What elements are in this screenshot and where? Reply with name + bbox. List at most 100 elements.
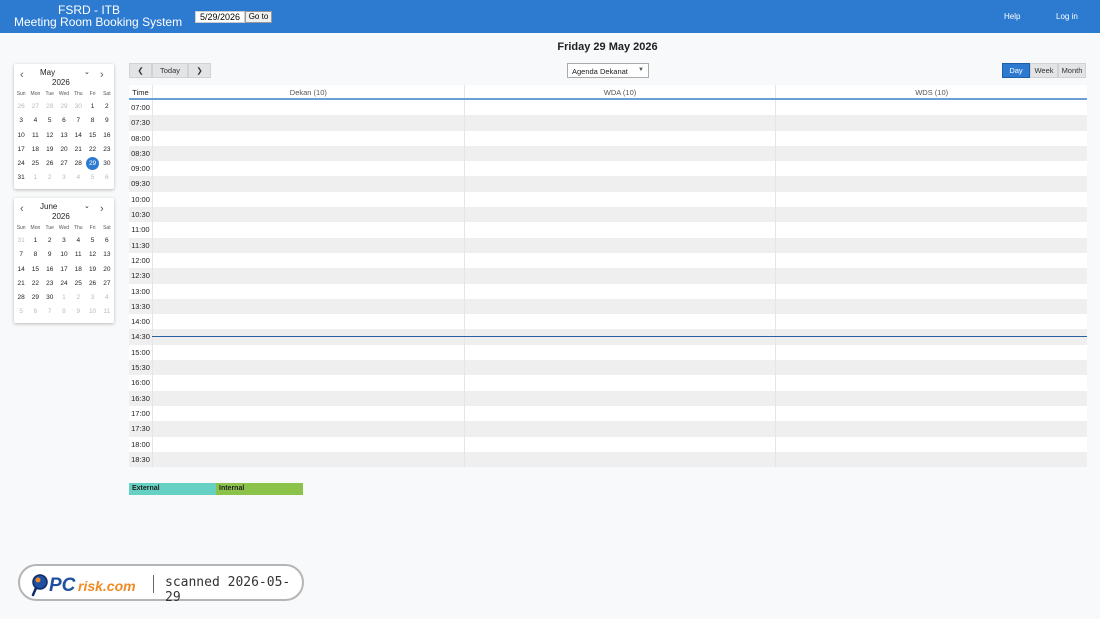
- booking-slot-cell[interactable]: [152, 436, 464, 452]
- date-cell[interactable]: 15: [28, 263, 42, 277]
- booking-slot-cell[interactable]: [152, 360, 464, 376]
- mini-calendar-month[interactable]: June: [40, 202, 57, 211]
- booking-slot-cell[interactable]: [463, 130, 776, 146]
- next-day-button[interactable]: ❯: [188, 63, 211, 78]
- date-cell[interactable]: 20: [100, 263, 114, 277]
- date-cell[interactable]: 11: [100, 305, 114, 319]
- date-cell[interactable]: 22: [28, 277, 42, 291]
- room-header[interactable]: Dekan (10): [152, 85, 464, 98]
- chevron-down-icon[interactable]: ⌄: [84, 68, 90, 76]
- booking-slot-cell[interactable]: [152, 207, 464, 223]
- date-cell[interactable]: 6: [100, 171, 114, 185]
- date-cell[interactable]: 3: [57, 234, 71, 248]
- date-cell[interactable]: 16: [43, 263, 57, 277]
- date-cell[interactable]: 17: [57, 263, 71, 277]
- view-day-button[interactable]: Day: [1002, 63, 1030, 78]
- date-cell[interactable]: 24: [14, 157, 28, 171]
- date-cell[interactable]: 27: [100, 277, 114, 291]
- booking-slot-cell[interactable]: [152, 237, 464, 253]
- date-cell[interactable]: 18: [71, 263, 85, 277]
- date-cell[interactable]: 12: [85, 248, 99, 262]
- chevron-down-icon[interactable]: ⌄: [84, 202, 90, 210]
- booking-slot-cell[interactable]: [775, 268, 1087, 284]
- date-cell[interactable]: 15: [85, 129, 99, 143]
- date-cell[interactable]: 4: [28, 114, 42, 128]
- mini-calendar-month[interactable]: May: [40, 68, 55, 77]
- date-cell[interactable]: 22: [85, 143, 99, 157]
- booking-slot-cell[interactable]: [463, 115, 776, 131]
- date-cell[interactable]: 13: [57, 129, 71, 143]
- date-cell[interactable]: 28: [71, 157, 85, 171]
- booking-slot-cell[interactable]: [775, 405, 1087, 422]
- date-cell[interactable]: 6: [28, 305, 42, 319]
- date-cell[interactable]: 9: [71, 305, 85, 319]
- date-cell[interactable]: 7: [71, 114, 85, 128]
- date-cell[interactable]: 30: [100, 157, 114, 171]
- booking-slot-cell[interactable]: [463, 329, 776, 345]
- date-cell[interactable]: 5: [43, 114, 57, 128]
- booking-slot-cell[interactable]: [775, 252, 1087, 269]
- date-cell[interactable]: 25: [71, 277, 85, 291]
- date-cell[interactable]: 5: [14, 305, 28, 319]
- date-cell[interactable]: 10: [57, 248, 71, 262]
- booking-slot-cell[interactable]: [775, 375, 1087, 391]
- booking-slot-cell[interactable]: [152, 191, 464, 208]
- booking-slot-cell[interactable]: [775, 176, 1087, 192]
- date-cell[interactable]: 31: [14, 171, 28, 185]
- booking-slot-cell[interactable]: [775, 100, 1087, 116]
- date-cell[interactable]: 5: [85, 171, 99, 185]
- booking-slot-cell[interactable]: [775, 390, 1087, 406]
- date-cell[interactable]: 9: [43, 248, 57, 262]
- view-week-button[interactable]: Week: [1030, 63, 1058, 78]
- date-cell[interactable]: 24: [57, 277, 71, 291]
- booking-slot-cell[interactable]: [463, 100, 776, 116]
- booking-slot-cell[interactable]: [152, 283, 464, 299]
- date-cell[interactable]: 4: [71, 234, 85, 248]
- booking-slot-cell[interactable]: [775, 145, 1087, 162]
- date-cell[interactable]: 17: [14, 143, 28, 157]
- area-select[interactable]: Agenda Dekanat ▼: [567, 63, 649, 78]
- booking-slot-cell[interactable]: [775, 436, 1087, 452]
- date-cell[interactable]: 3: [57, 171, 71, 185]
- booking-slot-cell[interactable]: [152, 130, 464, 146]
- booking-slot-cell[interactable]: [152, 344, 464, 361]
- booking-slot-cell[interactable]: [463, 268, 776, 284]
- booking-slot-cell[interactable]: [775, 191, 1087, 208]
- previous-day-button[interactable]: ❮: [129, 63, 152, 78]
- booking-slot-cell[interactable]: [775, 161, 1087, 177]
- date-cell[interactable]: 27: [28, 100, 42, 114]
- booking-slot-cell[interactable]: [463, 298, 776, 315]
- date-cell[interactable]: 26: [85, 277, 99, 291]
- chevron-right-icon[interactable]: ›: [100, 203, 104, 215]
- date-cell[interactable]: 8: [57, 305, 71, 319]
- booking-slot-cell[interactable]: [152, 176, 464, 192]
- booking-slot-cell[interactable]: [152, 421, 464, 437]
- booking-slot-cell[interactable]: [463, 451, 776, 468]
- date-cell[interactable]: 2: [100, 100, 114, 114]
- date-cell[interactable]: 29: [28, 291, 42, 305]
- date-cell[interactable]: 8: [28, 248, 42, 262]
- booking-slot-cell[interactable]: [463, 405, 776, 422]
- booking-slot-cell[interactable]: [775, 451, 1087, 468]
- booking-slot-cell[interactable]: [152, 222, 464, 238]
- date-cell[interactable]: 1: [28, 234, 42, 248]
- chevron-left-icon[interactable]: ‹: [20, 203, 24, 215]
- room-header[interactable]: WDA (10): [463, 85, 776, 98]
- date-cell[interactable]: 9: [100, 114, 114, 128]
- room-header[interactable]: WDS (10): [775, 85, 1087, 98]
- booking-slot-cell[interactable]: [463, 191, 776, 208]
- booking-slot-cell[interactable]: [463, 252, 776, 269]
- goto-date-input[interactable]: [195, 11, 245, 23]
- booking-slot-cell[interactable]: [463, 207, 776, 223]
- booking-slot-cell[interactable]: [152, 115, 464, 131]
- date-cell[interactable]: 2: [43, 171, 57, 185]
- booking-slot-cell[interactable]: [463, 222, 776, 238]
- date-cell[interactable]: 6: [100, 234, 114, 248]
- booking-slot-cell[interactable]: [775, 207, 1087, 223]
- date-cell[interactable]: 2: [71, 291, 85, 305]
- booking-slot-cell[interactable]: [463, 390, 776, 406]
- date-cell[interactable]: 3: [85, 291, 99, 305]
- date-cell[interactable]: 4: [100, 291, 114, 305]
- goto-button[interactable]: Go to: [245, 11, 272, 23]
- date-cell[interactable]: 28: [43, 100, 57, 114]
